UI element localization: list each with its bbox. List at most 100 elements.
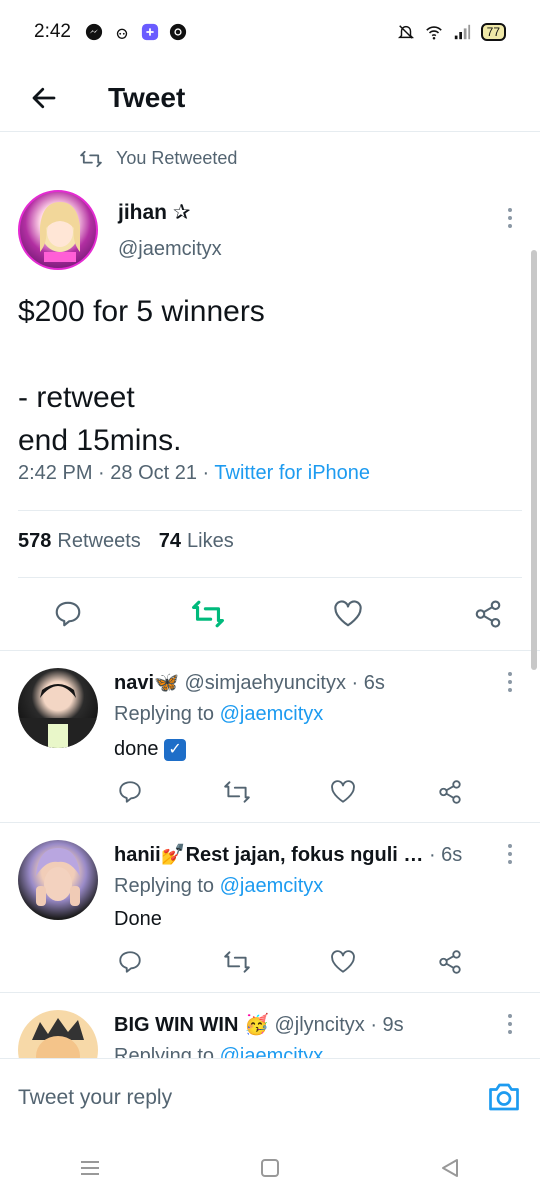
retweet-icon: [223, 781, 250, 803]
system-back-button[interactable]: [430, 1148, 470, 1188]
like-stat-label: Likes: [187, 530, 234, 552]
reply-composer: [0, 1058, 540, 1136]
meta-separator: ·: [202, 462, 215, 484]
camera-icon: [489, 1083, 519, 1111]
reply-author-name[interactable]: hanii💅Rest jajan, fokus nguli …: [114, 844, 423, 866]
retweet-icon: [223, 951, 250, 973]
more-vertical-icon[interactable]: [504, 1012, 516, 1036]
like-count: 74: [158, 530, 181, 552]
reply-item[interactable]: hanii💅Rest jajan, fokus nguli … · 6s Rep…: [0, 822, 540, 992]
like-button[interactable]: [323, 942, 363, 982]
divider: [18, 577, 522, 578]
reply-author-name[interactable]: navi🦋: [114, 672, 179, 694]
tweet-text: $200 for 5 winners - retweet end 15mins.: [18, 295, 265, 457]
replying-to-label: Replying to: [114, 703, 215, 725]
reply-header: BIG WIN WIN 🥳 @jlyncityx · 9s: [114, 1012, 484, 1037]
retweet-stat-label: Retweets: [57, 530, 141, 552]
more-vertical-icon[interactable]: [504, 670, 516, 694]
replying-to-link[interactable]: @jaemcityx: [220, 1045, 324, 1058]
share-button[interactable]: [430, 942, 470, 982]
tweet-date: 28 Oct 21: [110, 462, 197, 484]
top-app-bar: Tweet: [0, 64, 540, 132]
reply-button[interactable]: [110, 942, 150, 982]
replying-to: Replying to @jaemcityx: [114, 1045, 323, 1058]
divider: [18, 510, 522, 511]
reply-header: hanii💅Rest jajan, fokus nguli … · 6s: [114, 842, 484, 867]
retweet-button[interactable]: [217, 772, 257, 812]
avatar-illustration: [32, 1018, 84, 1058]
mute-bell-icon: [397, 25, 414, 39]
reply-button[interactable]: [110, 772, 150, 812]
avatar[interactable]: [18, 840, 98, 920]
status-system-icons: 77: [397, 23, 506, 41]
retweet-icon: [192, 600, 224, 628]
reply-icon: [119, 951, 141, 973]
recent-apps-button[interactable]: [70, 1148, 110, 1188]
camera-button[interactable]: [486, 1079, 522, 1115]
retweet-stat[interactable]: 578 Retweets: [18, 530, 141, 553]
signal-icon: [454, 24, 470, 40]
menu-icon: [81, 1161, 99, 1175]
retweet-button[interactable]: [188, 594, 228, 634]
reply-button[interactable]: [48, 594, 88, 634]
app-icon: [141, 23, 159, 41]
like-stat[interactable]: 74 Likes: [159, 530, 234, 553]
reply-author-handle[interactable]: @jlyncityx: [274, 1014, 364, 1036]
status-time: 2:42: [34, 21, 71, 42]
author-handle[interactable]: @jaemcityx: [118, 238, 222, 261]
retweet-button[interactable]: [217, 942, 257, 982]
share-button[interactable]: [430, 772, 470, 812]
heart-icon: [331, 780, 356, 803]
wifi-icon: [425, 26, 442, 40]
reply-item[interactable]: BIG WIN WIN 🥳 @jlyncityx · 9s Replying t…: [0, 992, 540, 1058]
like-button[interactable]: [328, 594, 368, 634]
avatar[interactable]: [18, 1010, 98, 1058]
chrome-icon: [169, 23, 187, 41]
reply-text: Done: [114, 908, 162, 930]
triangle-back-icon: [442, 1159, 458, 1177]
tweet-source-link[interactable]: Twitter for iPhone: [214, 462, 370, 484]
share-icon: [439, 780, 461, 804]
more-vertical-icon[interactable]: [504, 206, 516, 230]
back-button[interactable]: [14, 68, 74, 128]
retweet-count: 578: [18, 530, 52, 552]
square-icon: [261, 1159, 279, 1177]
replying-to: Replying to @jaemcityx: [114, 875, 323, 898]
tweet-actions: [48, 592, 508, 636]
replying-to-link[interactable]: @jaemcityx: [220, 703, 324, 725]
scrollbar[interactable]: [531, 250, 537, 670]
home-button[interactable]: [250, 1148, 290, 1188]
reply-item[interactable]: navi🦋 @simjaehyuncityx · 6s Replying to …: [0, 650, 540, 822]
avatar-photo: [36, 848, 80, 906]
meta-separator: ·: [370, 1014, 383, 1036]
more-vertical-icon[interactable]: [504, 842, 516, 866]
avatar-illustration: [40, 202, 80, 262]
reply-icon: [119, 781, 141, 803]
bunny-icon: [116, 28, 128, 39]
avatar[interactable]: [18, 190, 98, 270]
reply-time: 6s: [363, 672, 385, 694]
share-icon: [439, 950, 461, 974]
tweet-stats: 578 Retweets 74 Likes: [18, 530, 234, 553]
replying-to-link[interactable]: @jaemcityx: [220, 875, 324, 897]
reply-time: 9s: [382, 1014, 404, 1036]
like-button[interactable]: [323, 772, 363, 812]
reply-author-handle[interactable]: @simjaehyuncityx: [184, 672, 345, 694]
tweet-author: jihan ✰ @jaemcityx: [18, 190, 518, 280]
page-title: Tweet: [108, 81, 186, 113]
battery-indicator: 77: [480, 23, 506, 41]
retweet-icon: [80, 150, 102, 167]
avatar[interactable]: [18, 668, 98, 748]
author-name[interactable]: jihan ✰: [118, 200, 190, 225]
meta-separator: ·: [351, 672, 364, 694]
retweet-context-label: You Retweeted: [116, 148, 238, 168]
status-notification-icons: [85, 23, 187, 41]
reply-input[interactable]: [18, 1085, 438, 1110]
replying-to-label: Replying to: [114, 875, 215, 897]
system-navigation-bar: [0, 1136, 540, 1200]
share-button[interactable]: [468, 594, 508, 634]
reply-text: done ✓: [114, 738, 187, 761]
avatar-photo: [18, 684, 98, 748]
arrow-left-icon: [32, 87, 56, 108]
reply-author-name[interactable]: BIG WIN WIN 🥳: [114, 1014, 269, 1036]
